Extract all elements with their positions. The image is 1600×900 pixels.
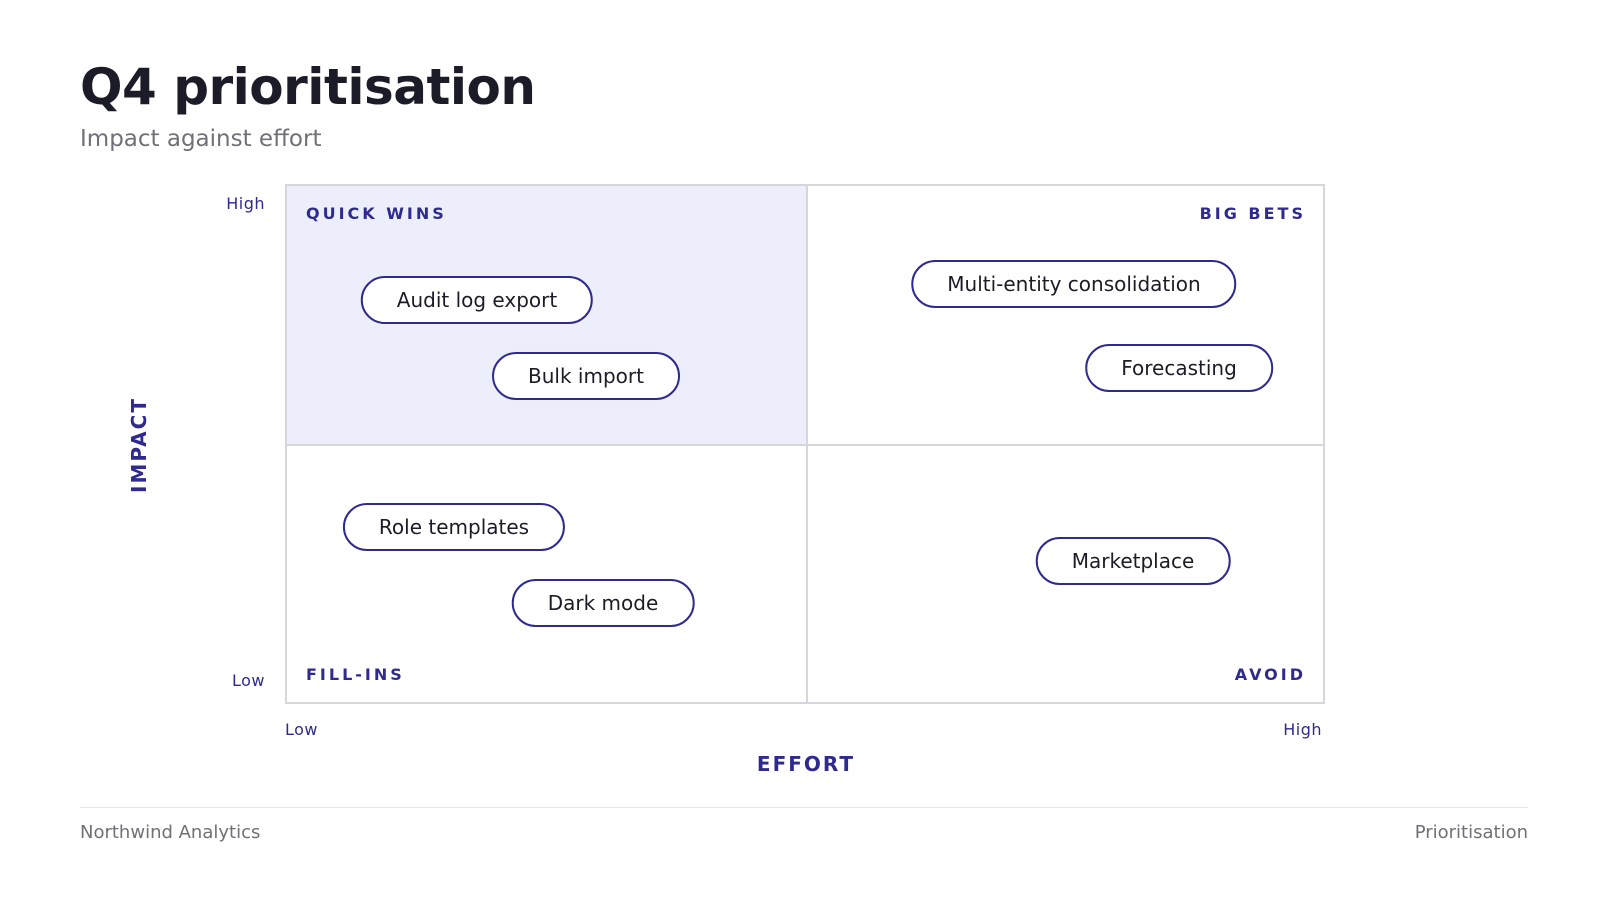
quadrant-label-big-bets: BIG BETS — [1199, 204, 1306, 223]
item-multi-entity-consolidation[interactable]: Multi-entity consolidation — [911, 260, 1237, 308]
x-axis-title: EFFORT — [756, 752, 856, 776]
y-axis-high-label: High — [226, 194, 265, 213]
footer-section: Prioritisation — [1414, 822, 1528, 843]
item-marketplace[interactable]: Marketplace — [1035, 537, 1231, 585]
page-title: Q4 prioritisation — [80, 58, 536, 116]
y-axis-title: IMPACT — [127, 397, 151, 493]
quadrant-label-quick-wins: QUICK WINS — [306, 204, 447, 223]
priority-matrix: QUICK WINS BIG BETS FILL-INS AVOID Audit… — [285, 184, 1325, 704]
quadrant-label-fill-ins: FILL-INS — [306, 665, 405, 684]
item-role-templates[interactable]: Role templates — [342, 503, 566, 551]
horizontal-divider — [287, 444, 1323, 446]
item-audit-log-export[interactable]: Audit log export — [360, 276, 594, 324]
quadrant-fill-ins: FILL-INS — [287, 445, 807, 702]
item-dark-mode[interactable]: Dark mode — [511, 579, 695, 627]
page-subtitle: Impact against effort — [80, 126, 322, 152]
y-axis-low-label: Low — [231, 671, 265, 690]
footer-divider — [80, 807, 1528, 808]
quadrant-big-bets: BIG BETS — [807, 186, 1325, 445]
item-bulk-import[interactable]: Bulk import — [492, 352, 680, 400]
x-axis-low-label: Low — [285, 720, 319, 739]
quadrant-label-avoid: AVOID — [1234, 665, 1306, 684]
footer-company: Northwind Analytics — [80, 822, 261, 843]
x-axis-high-label: High — [1283, 720, 1322, 739]
item-forecasting[interactable]: Forecasting — [1085, 344, 1273, 392]
